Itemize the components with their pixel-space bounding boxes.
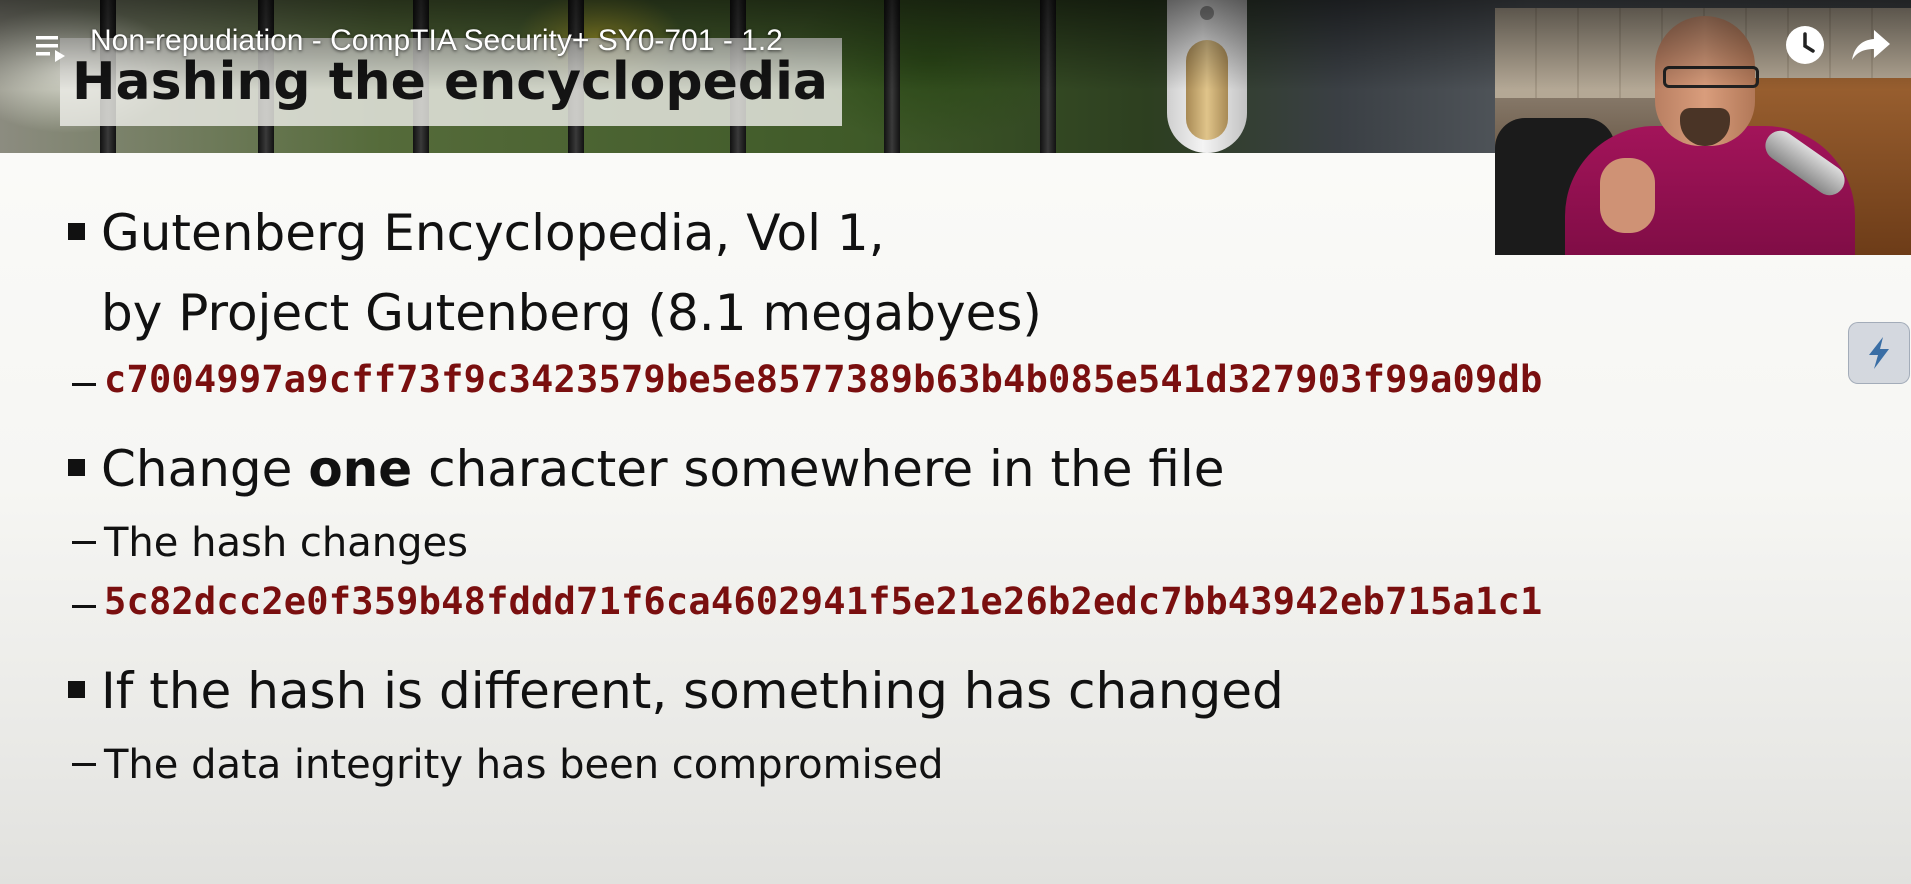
clock-icon[interactable]	[1784, 24, 1826, 66]
bullet-2: Change one character somewhere in the fi…	[68, 440, 1225, 498]
playlist-icon[interactable]	[34, 30, 70, 66]
dash-bullet-icon	[72, 540, 96, 544]
sub-bullet-text: The hash changes	[104, 520, 468, 566]
bullet-3: If the hash is different, something has …	[68, 662, 1284, 720]
share-arrow-icon[interactable]	[1850, 24, 1892, 66]
lightning-icon	[1869, 337, 1889, 369]
square-bullet-icon	[68, 459, 85, 476]
dash-bullet-icon	[72, 383, 96, 386]
hash-value-original: c7004997a9cff73f9c3423579be5e8577389b63b…	[104, 358, 1543, 401]
bullet-text-post: character somewhere in the file	[412, 440, 1225, 498]
square-bullet-icon	[68, 681, 85, 698]
square-bullet-icon	[68, 223, 85, 240]
dash-bullet-icon	[72, 605, 96, 608]
side-widget-button[interactable]	[1848, 322, 1910, 384]
bullet-text: Gutenberg Encyclopedia, Vol 1,	[101, 204, 885, 262]
bullet-3-sub: The data integrity has been compromised	[72, 742, 944, 788]
bullet-2-sub: The hash changes	[72, 520, 468, 566]
bullet-1-line-2: by Project Gutenberg (8.1 megabyes)	[101, 284, 1042, 342]
hash-value-changed: 5c82dcc2e0f359b48fddd71f6ca4602941f5e21e…	[104, 580, 1543, 623]
video-frame[interactable]: Hashing the encyclopedia Gutenberg Encyc…	[0, 0, 1911, 884]
hash-2-line: 5c82dcc2e0f359b48fddd71f6ca4602941f5e21e…	[72, 580, 1542, 623]
bullet-text-bold: one	[308, 440, 413, 498]
bullet-1-line-1: Gutenberg Encyclopedia, Vol 1,	[68, 204, 885, 262]
bullet-text: If the hash is different, something has …	[101, 662, 1284, 720]
hash-1-line: c7004997a9cff73f9c3423579be5e8577389b63b…	[72, 358, 1542, 401]
sub-bullet-text: The data integrity has been compromised	[104, 742, 944, 788]
bullet-text-pre: Change	[101, 440, 309, 498]
presenter-hand	[1600, 158, 1655, 233]
dash-bullet-icon	[72, 762, 96, 766]
video-title[interactable]: Non-repudiation - CompTIA Security+ SY0-…	[90, 24, 783, 58]
